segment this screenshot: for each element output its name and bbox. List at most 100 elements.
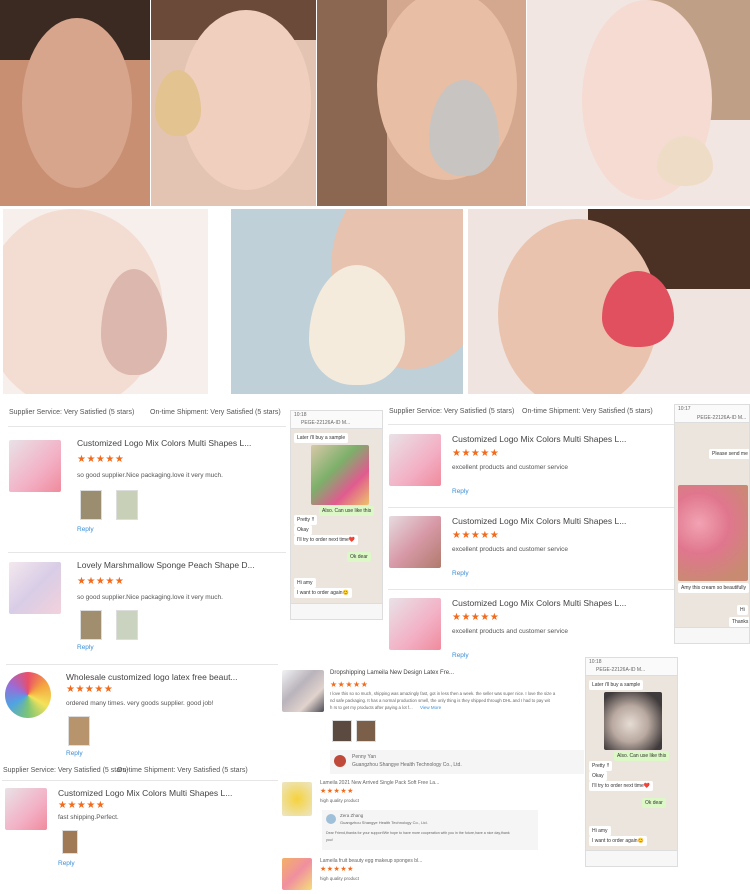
product-title[interactable]: Wholesale customized logo latex free bea…	[66, 672, 238, 682]
chat-input-bar[interactable]	[291, 603, 382, 619]
product-thumbnail[interactable]	[9, 562, 61, 614]
chat-message: I'll try to order next time❤️	[589, 781, 654, 791]
replier-name: Penny Yan	[352, 754, 377, 760]
review-photo[interactable]	[356, 720, 376, 742]
product-thumbnail[interactable]	[282, 782, 312, 816]
product-title[interactable]: Lameila 2021 New Arrived Single Pack Sof…	[320, 780, 439, 786]
chat-photo	[311, 445, 369, 505]
review-photo[interactable]	[80, 490, 102, 520]
review-quality: high quality product	[320, 798, 360, 803]
review-card: Customized Logo Mix Colors Multi Shapes …	[0, 430, 290, 550]
chat-message: Hi amy	[294, 578, 316, 588]
review-card: Lovely Marshmallow Sponge Peach Shape D.…	[0, 552, 290, 662]
review-panel-4: Supplier Service: Very Satisfied (5 star…	[0, 762, 280, 894]
avatar	[326, 814, 336, 824]
review-panel-7: Lameila fruit beauty egg makeup sponges …	[280, 856, 584, 894]
model-photo-2	[151, 0, 316, 206]
review-body-line: I love this so so much, shipping was ama…	[330, 691, 556, 696]
review-comment: ordered many times. very goods supplier.…	[66, 700, 214, 707]
replier-company: Guangzhou Shangye Health Technology Co.,…	[352, 762, 462, 768]
review-panel-3: Wholesale customized logo latex free bea…	[0, 664, 280, 760]
model-photo-3	[317, 0, 526, 206]
product-title[interactable]: Customized Logo Mix Colors Multi Shapes …	[452, 516, 626, 526]
product-title[interactable]: Lovely Marshmallow Sponge Peach Shape D.…	[77, 560, 255, 570]
chat-header: 10:17 PEGE-22126A-ID M...	[675, 405, 749, 423]
product-title[interactable]: Customized Logo Mix Colors Multi Shapes …	[452, 598, 626, 608]
on-time-shipment-rating: On-time Shipment: Very Satisfied (5 star…	[522, 408, 653, 415]
reply-text: you!	[326, 838, 333, 842]
chat-photo	[678, 485, 748, 581]
star-rating: ★★★★★	[330, 680, 369, 689]
on-time-shipment-rating: On-time Shipment: Very Satisfied (5 star…	[150, 409, 281, 416]
chat-input-bar[interactable]	[586, 850, 677, 866]
review-card: Customized Logo Mix Colors Multi Shapes …	[0, 782, 280, 882]
replier-company: Guangzhou Shangye Health Technology Co.,…	[340, 820, 428, 825]
star-rating: ★★★★★	[66, 684, 114, 695]
product-title[interactable]: Dropshipping Lameila New Design Latex Fr…	[330, 670, 454, 676]
review-photo[interactable]	[332, 720, 352, 742]
product-thumbnail[interactable]	[389, 516, 441, 568]
star-rating: ★★★★★	[452, 530, 500, 541]
reply-link[interactable]: Reply	[452, 488, 469, 495]
star-rating: ★★★★★	[58, 800, 106, 811]
chat-message: Please send me	[709, 449, 749, 459]
chat-message: Thanks	[729, 617, 749, 627]
chat-message: Okay	[294, 525, 312, 535]
replier-name: Zera Zhang	[340, 813, 364, 818]
review-body-line: nd safe packaging. It has a normal produ…	[330, 698, 550, 703]
review-photo[interactable]	[116, 610, 138, 640]
chat-message: Also. Can use like this	[614, 751, 670, 761]
on-time-shipment-rating: On-time Shipment: Very Satisfied (5 star…	[117, 767, 248, 774]
chat-message: I want to order again😊	[294, 588, 352, 598]
product-thumbnail[interactable]	[389, 598, 441, 650]
model-photo-6	[231, 209, 463, 394]
product-thumbnail[interactable]	[389, 434, 441, 486]
chat-screenshot-3: 10:18 PEGE-22126A-ID M... Later i'll buy…	[585, 657, 678, 867]
star-rating: ★★★★★	[77, 576, 125, 587]
reply-text: Dear Friend,thanks for your support!We h…	[326, 831, 510, 835]
chat-message: Okay	[589, 771, 607, 781]
avatar	[334, 755, 346, 767]
product-thumbnail[interactable]	[5, 788, 47, 830]
chat-header: 10:18 PEGE-22126A-ID M...	[291, 411, 382, 429]
chat-message: I'll try to order next time❤️	[294, 535, 359, 545]
chat-message: Ok dear	[642, 798, 666, 808]
reply-link[interactable]: Reply	[452, 570, 469, 577]
view-more-link[interactable]: View More	[420, 705, 441, 710]
product-thumbnail[interactable]	[5, 672, 51, 718]
review-card: Customized Logo Mix Colors Multi Shapes …	[384, 508, 674, 588]
review-quality: high quality product	[320, 876, 360, 881]
reply-link[interactable]: Reply	[77, 644, 94, 651]
review-comment: fast shipping.Perfect.	[58, 814, 119, 821]
product-thumbnail[interactable]	[282, 858, 312, 890]
model-photo-1	[0, 0, 150, 206]
star-rating: ★★★★★	[452, 448, 500, 459]
review-comment: excellent products and customer service	[452, 546, 568, 553]
chat-message: Pretty !!	[294, 515, 318, 525]
reply-link[interactable]: Reply	[452, 652, 469, 659]
chat-input-bar[interactable]	[675, 627, 749, 643]
model-photo-7	[468, 209, 750, 394]
reply-link[interactable]: Reply	[58, 860, 75, 867]
star-rating: ★★★★★	[320, 788, 354, 795]
supplier-service-rating: Supplier Service: Very Satisfied (5 star…	[9, 409, 135, 416]
product-title[interactable]: Customized Logo Mix Colors Multi Shapes …	[77, 438, 251, 448]
review-photo[interactable]	[68, 716, 90, 746]
review-photo[interactable]	[62, 830, 78, 854]
chat-header: 10:18 PEGE-22126A-ID M...	[586, 658, 677, 676]
reply-link[interactable]: Reply	[66, 750, 83, 757]
product-title[interactable]: Customized Logo Mix Colors Multi Shapes …	[58, 788, 232, 798]
reply-link[interactable]: Reply	[77, 526, 94, 533]
product-title[interactable]: Customized Logo Mix Colors Multi Shapes …	[452, 434, 626, 444]
review-panel-1: Supplier Service: Very Satisfied (5 star…	[0, 404, 290, 662]
star-rating: ★★★★★	[77, 454, 125, 465]
model-photo-5	[3, 209, 208, 394]
product-thumbnail[interactable]	[282, 670, 324, 712]
star-rating: ★★★★★	[320, 866, 354, 873]
product-thumbnail[interactable]	[9, 440, 61, 492]
product-title[interactable]: Lameila fruit beauty egg makeup sponges …	[320, 858, 422, 864]
review-comment: excellent products and customer service	[452, 464, 568, 471]
review-photo[interactable]	[116, 490, 138, 520]
chat-message: Hi amy	[589, 826, 611, 836]
review-photo[interactable]	[80, 610, 102, 640]
